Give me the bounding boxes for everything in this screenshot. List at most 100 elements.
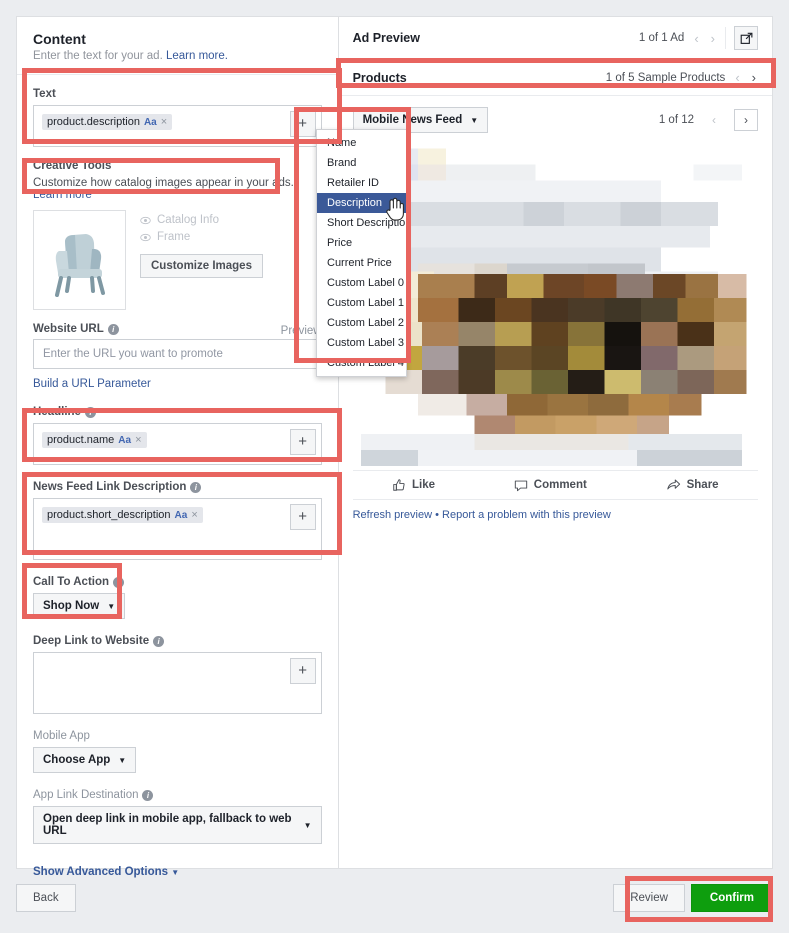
app-link-destination-label-text: App Link Destination [33,789,139,801]
chip-label: product.description [47,116,140,128]
mobile-app-label-text: Mobile App [33,730,90,742]
chip-remove-icon[interactable]: × [135,434,141,446]
add-deep-link-token-button[interactable]: + [289,658,316,684]
comment-action[interactable]: Comment [514,478,587,492]
chip-remove-icon[interactable]: × [161,116,167,128]
dropdown-item-short-description[interactable]: Short Description [317,213,411,233]
add-text-token-button[interactable]: + [289,111,316,137]
report-problem-link[interactable]: Report a problem with this preview [442,509,611,521]
social-actions-bar: Like Comment Share [352,470,758,500]
pixelated-product-image [352,146,758,466]
chevron-down-icon: ▼ [107,601,116,611]
headline-group: Headline i product.name Aa × + [33,406,322,465]
open-external-preview-button[interactable] [734,26,758,50]
placement-counter: 1 of 12 [658,114,694,126]
review-button[interactable]: Review [613,884,685,912]
creative-tools-label-text: Creative Tools [33,160,112,172]
chevron-down-icon: ▼ [171,868,180,877]
dropdown-item-description[interactable]: Description [317,193,406,213]
app-link-destination-value: Open deep link in mobile app, fallback t… [43,813,292,837]
share-action[interactable]: Share [666,478,719,492]
dropdown-item-custom-label-3[interactable]: Custom Label 3 [317,333,406,353]
info-icon[interactable]: i [190,481,202,493]
dropdown-item-custom-label-4[interactable]: Custom Label 4 [317,353,406,373]
deep-link-label-text: Deep Link to Website [33,635,150,647]
refresh-preview-link[interactable]: Refresh preview [353,509,432,521]
app-link-destination-label: App Link Destination i [33,789,322,801]
like-action[interactable]: Like [392,478,435,492]
products-next-button[interactable]: › [750,70,758,85]
token-chip-description[interactable]: product.description Aa × [42,114,173,130]
info-icon[interactable]: i [113,576,125,588]
show-advanced-options-link[interactable]: Show Advanced Options ▼ [33,866,179,878]
dropdown-item-retailer-id[interactable]: Retailer ID [317,173,406,193]
dropdown-item-custom-label-1[interactable]: Custom Label 1 [317,293,406,313]
text-format-icon[interactable]: Aa [118,435,131,446]
mobile-app-select[interactable]: Choose App ▼ [33,747,137,773]
news-feed-description-input-box[interactable]: product.short_description Aa × + [33,498,322,560]
footer-bar: Back Review Confirm [16,878,773,918]
headline-input-box[interactable]: product.name Aa × + [33,423,322,465]
field-token-dropdown[interactable]: Name Brand Retailer ID Description Short Des… [316,129,411,377]
dropdown-item-custom-label-2[interactable]: Custom Label 2 [317,313,406,333]
add-news-feed-token-button[interactable]: + [289,504,316,530]
headline-label: Headline i [33,406,322,418]
learn-more-link[interactable]: Learn more. [166,50,228,62]
products-prev-button[interactable]: ‹ [733,70,741,85]
toggle-frame[interactable]: Frame [140,231,322,243]
external-link-icon [740,32,752,44]
info-icon[interactable]: i [142,789,154,801]
placement-prev-button[interactable]: ‹ [702,109,726,131]
dropdown-item-current-price[interactable]: Current Price [317,253,406,273]
confirm-button[interactable]: Confirm [690,884,773,912]
comment-label: Comment [533,479,587,491]
dropdown-item-name[interactable]: Name [317,133,406,153]
share-label: Share [686,479,719,491]
toggle-catalog-info[interactable]: Catalog Info [140,214,322,226]
info-icon[interactable]: i [84,406,96,418]
text-input-box[interactable]: product.description Aa × + [33,105,322,147]
dropdown-item-brand[interactable]: Brand [317,153,406,173]
app-link-destination-select[interactable]: Open deep link in mobile app, fallback t… [33,806,322,844]
dropdown-item-price[interactable]: Price [317,233,406,253]
call-to-action-group: Call To Action i Shop Now ▼ [33,576,322,619]
placement-next-button[interactable]: › [734,109,758,131]
thumbs-up-icon [393,479,405,491]
content-body: Text product.description Aa × + Creative… [17,88,338,878]
footer-actions: Review Confirm [613,884,773,912]
text-format-icon[interactable]: Aa [175,510,188,521]
token-chip-short-description[interactable]: product.short_description Aa × [42,507,203,523]
eye-icon [140,216,151,224]
ad-preview-header-controls: 1 of 1 Ad ‹ › [639,26,758,50]
mobile-app-label: Mobile App [33,730,322,742]
text-format-icon[interactable]: Aa [144,117,157,128]
ad-next-button[interactable]: › [709,31,717,46]
add-headline-token-button[interactable]: + [289,429,316,455]
products-row: Products 1 of 5 Sample Products ‹ › [338,60,772,96]
deep-link-input-box[interactable]: + [33,652,322,714]
eye-icon [140,233,151,241]
customize-images-button[interactable]: Customize Images [140,254,263,278]
build-url-parameter-link[interactable]: Build a URL Parameter [33,378,151,390]
info-icon[interactable]: i [153,635,165,647]
dropdown-item-custom-label-0[interactable]: Custom Label 0 [317,273,406,293]
ad-image [352,146,758,466]
app-link-destination-group: App Link Destination i Open deep link in… [33,789,322,844]
chip-remove-icon[interactable]: × [191,509,197,521]
call-to-action-select[interactable]: Shop Now ▼ [33,593,126,619]
website-url-input[interactable] [33,339,322,369]
token-chip-name[interactable]: product.name Aa × [42,432,147,448]
placement-controls: 1 of 12 ‹ › [659,109,758,131]
creative-tools-desc-text: Customize how catalog images appear in y… [33,177,294,189]
products-title: Products [352,70,407,85]
info-icon[interactable]: i [107,323,119,335]
catalog-image-thumbnail [33,210,126,310]
chevron-down-icon: ▼ [118,755,127,765]
creative-tools-learn-more-link[interactable]: Learn more [33,189,92,201]
toggle-frame-label: Frame [157,231,191,243]
back-button[interactable]: Back [16,884,76,912]
website-url-group: Website URL i Preview Build a URL Parame… [33,323,322,390]
preview-footer-links: Refresh preview • Report a problem with … [353,509,758,521]
ad-preview-title: Ad Preview [352,31,420,45]
ad-prev-button[interactable]: ‹ [692,31,700,46]
